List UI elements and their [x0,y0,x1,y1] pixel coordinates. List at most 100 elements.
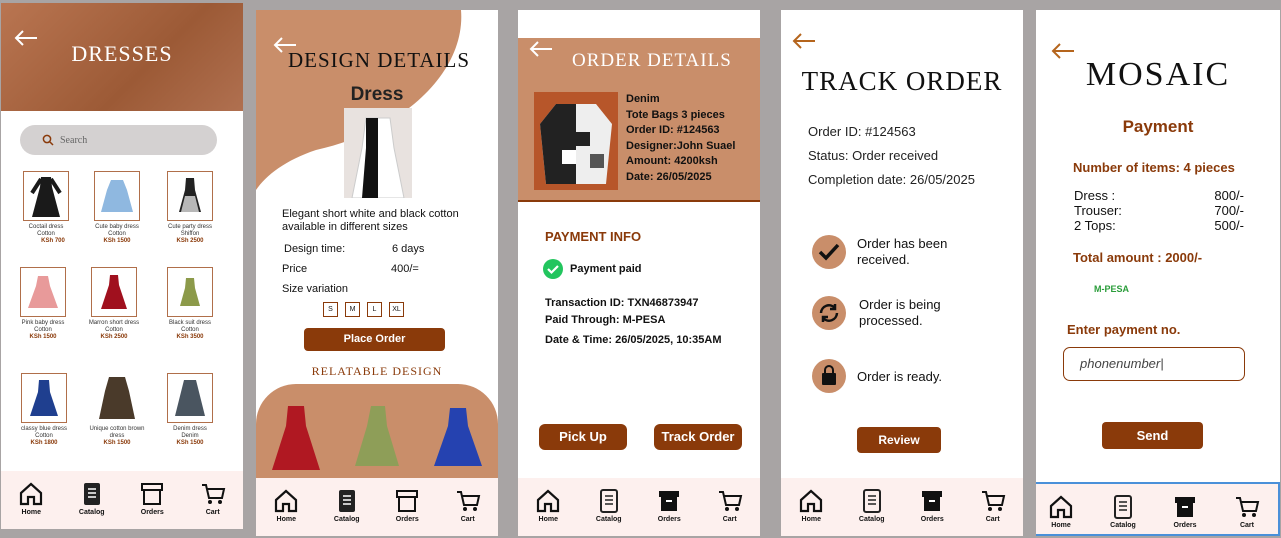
dress-image [20,267,66,317]
order-items: Tote Bags 3 pieces [626,108,725,121]
dress-card[interactable]: Coctail dress Cotton KSh 700 [16,171,76,245]
orders-icon [659,491,680,511]
dress-card[interactable]: Cute baby dress Cotton KSh 1500 [87,171,147,245]
dress-fabric: Cotton [181,327,199,333]
bottom-nav: Home Catalog Orders Cart [518,478,760,536]
step-ready: Order is ready. [811,358,942,394]
size-s-button[interactable]: S [323,302,338,317]
dress-card[interactable]: classy blue dress Cotton KSh 1800 [14,373,74,447]
dress-card[interactable]: Pink baby dress Cotton KSh 1500 [13,267,73,341]
dress-image [91,267,137,317]
phone-input[interactable]: phonenumber| [1063,347,1245,381]
dress-price: KSh 2500 [176,238,204,244]
dress-name: Black suit dress [168,320,211,326]
breakdown-row: Dress :800/- [1074,188,1244,203]
pickup-button[interactable]: Pick Up [539,424,627,450]
dress-fabric: Cotton [35,433,53,439]
dress-price: KSh 3500 [176,334,204,340]
nav-catalog[interactable]: Catalog [1103,494,1143,529]
dress-name: Marron short dress [88,320,140,326]
nav-catalog[interactable]: Catalog [72,481,112,516]
nav-cart[interactable]: Cart [448,488,488,523]
back-arrow-icon[interactable] [528,40,554,58]
dress-price: KSh 1500 [103,238,131,244]
total-amount: Total amount : 2000/- [1073,250,1203,265]
breakdown-row: 2 Tops: 500/- [1074,218,1244,233]
search-bar[interactable]: Search [20,125,217,155]
page-title: TRACK ORDER [801,66,1003,96]
nav-cart[interactable]: Cart [710,488,750,523]
size-label: Size variation [282,283,349,295]
size-xl-button[interactable]: XL [389,302,404,317]
nav-cart[interactable]: Cart [1227,494,1267,529]
review-button[interactable]: Review [857,427,941,453]
order-amount: Amount: 4200ksh [626,155,718,167]
paid-through: Paid Through: M-PESA [545,314,666,326]
related-dress-blue[interactable] [432,402,484,474]
nav-cart[interactable]: Cart [973,488,1013,523]
nav-orders[interactable]: Orders [649,488,689,523]
payment-info-heading: PAYMENT INFO [545,229,642,244]
dress-fabric: Cotton [108,231,126,237]
completion-date: Completion date: 26/05/2025 [808,172,975,187]
dress-name: classy blue dress [20,426,68,432]
relatable-heading: RELATABLE DESIGN [311,364,443,378]
dress-name: Unique cotton brown dress [89,426,145,439]
dress-card[interactable]: Cute party dress Shiffon KSh 2500 [160,171,220,245]
nav-home[interactable]: Home [11,481,51,516]
orders-icon [922,491,943,511]
size-m-button[interactable]: M [345,302,360,317]
nav-orders[interactable]: Orders [912,488,952,523]
dresses-header: DRESSES [1,3,243,111]
dress-fabric: Cotton [34,327,52,333]
catalog-icon [599,489,618,513]
dress-card[interactable]: Denim dress Denim KSh 1500 [160,373,220,447]
cart-icon [201,484,225,504]
nav-home[interactable]: Home [266,488,306,523]
dress-card[interactable]: Black suit dress Cotton KSh 3500 [160,267,220,341]
nav-catalog[interactable]: Catalog [852,488,892,523]
dress-card[interactable]: Unique cotton brown dress KSh 1500 [87,373,147,447]
nav-orders[interactable]: Orders [132,481,172,516]
order-summary: Denim Tote Bags 3 pieces Order ID: #1245… [626,92,735,185]
size-options: S M L XL [323,302,404,317]
dress-image [94,171,140,221]
back-arrow-icon[interactable] [791,32,817,50]
dress-price: KSh 1800 [30,440,58,446]
nav-orders[interactable]: Orders [1165,494,1205,529]
enter-payment-label: Enter payment no. [1067,322,1181,337]
related-dress-red[interactable] [270,402,322,474]
payment-status-text: Payment paid [570,263,642,275]
step-processing-text: Order is being processed. [859,297,941,328]
place-order-button[interactable]: Place Order [304,328,445,351]
breakdown-row: Trouser: 700/- [1074,203,1244,218]
order-date: Date: 26/05/2025 [626,170,712,183]
nav-home[interactable]: Home [528,488,568,523]
nav-catalog[interactable]: Catalog [327,488,367,523]
nav-home[interactable]: Home [1041,494,1081,529]
dress-name: Cute baby dress [95,224,139,230]
step-received-text: Order has been received. [857,236,948,267]
nav-orders[interactable]: Orders [387,488,427,523]
dress-image [21,373,67,423]
send-button[interactable]: Send [1102,422,1203,449]
related-dress-green[interactable] [351,402,403,474]
order-fabric: Denim [626,93,660,105]
search-input[interactable]: Search [60,135,87,146]
check-circle-icon [543,259,563,279]
dress-fabric: Denim [181,433,199,439]
nav-home[interactable]: Home [791,488,831,523]
orders-icon [396,490,419,512]
home-icon [537,489,560,513]
track-order-button[interactable]: Track Order [654,424,742,450]
product-type: Dress [350,84,404,105]
nav-catalog[interactable]: Catalog [589,488,629,523]
nav-cart[interactable]: Cart [193,481,233,516]
mpesa-logo[interactable]: M-PESA [1094,284,1129,294]
dress-image [94,373,140,423]
size-l-button[interactable]: L [367,302,382,317]
order-details-screen: ORDER DETAILS Denim Tote Bags 3 pieces O… [518,10,760,536]
dress-card[interactable]: Marron short dress Cotton KSh 2500 [84,267,144,341]
dress-image [167,171,213,221]
shopping-bag-icon [812,359,846,393]
